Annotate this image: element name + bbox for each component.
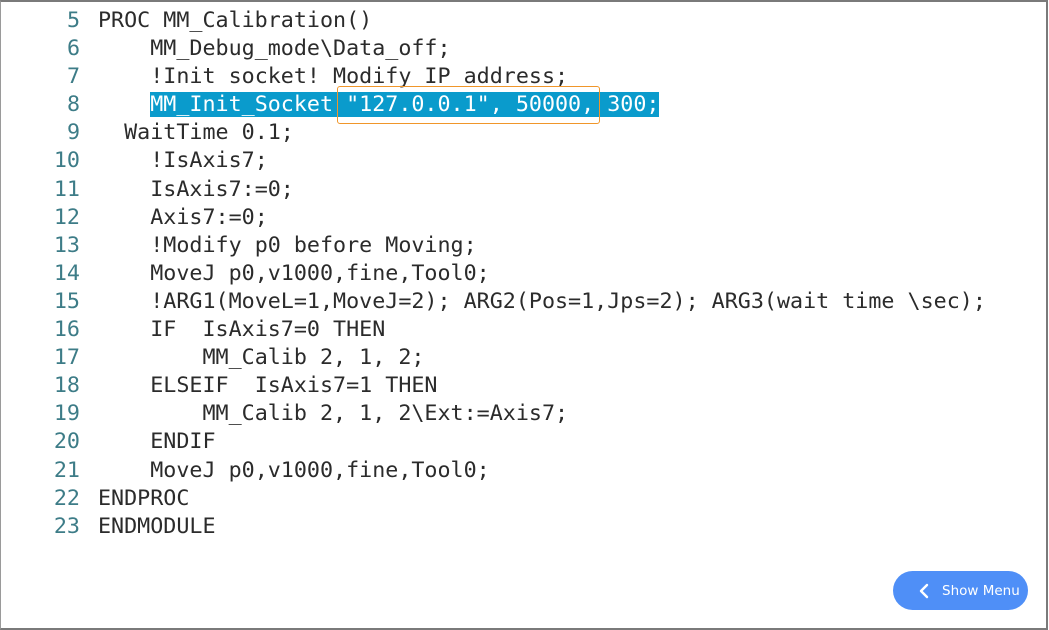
code-statement: ENDIF: [150, 429, 216, 455]
line-number: 21: [53, 457, 80, 483]
code-text: MoveJ p0,v1000,fine,Tool0;: [98, 260, 490, 288]
line-number: 23: [53, 513, 80, 539]
line-number: 20: [53, 429, 80, 455]
code-text: MoveJ p0,v1000,fine,Tool0;: [98, 457, 490, 485]
line-number: 7: [66, 64, 80, 90]
code-text: !ARG1(MoveL=1,MoveJ=2); ARG2(Pos=1,Jps=2…: [98, 288, 986, 316]
code-text: IsAxis7:=0;: [98, 176, 294, 204]
code-text: PROC MM_Calibration(): [98, 7, 372, 35]
code-text: MM_Calib 2, 1, 2\Ext:=Axis7;: [98, 400, 568, 428]
code-text: MM_Debug_mode\Data_off;: [98, 35, 451, 63]
line-number: 17: [53, 345, 80, 371]
code-text: ENDMODULE: [98, 513, 216, 541]
line-number: 15: [53, 288, 80, 314]
code-text: WaitTime 0.1;: [98, 119, 294, 147]
code-statement: MM_Debug_mode\Data_off;: [150, 36, 451, 62]
selected-code: MM_Init_Socket "127.0.0.1", 50000, 300;: [150, 92, 660, 118]
line-number: 11: [53, 176, 80, 202]
line-number: 22: [53, 485, 80, 511]
line-number: 10: [53, 148, 80, 174]
line-number: 19: [53, 401, 80, 427]
code-statement: !ARG1(MoveL=1,MoveJ=2); ARG2(Pos=1,Jps=2…: [150, 288, 986, 314]
line-number: 6: [66, 36, 80, 62]
line-number: 5: [66, 8, 80, 33]
line-number: 9: [66, 120, 80, 146]
code-statement: ENDPROC: [98, 485, 190, 511]
chevron-left-icon: [919, 583, 929, 598]
line-number: 13: [53, 232, 80, 258]
code-text: MM_Init_Socket "127.0.0.1", 50000, 300;: [98, 91, 660, 119]
code-text: !IsAxis7;: [98, 147, 268, 175]
code-text: ELSEIF IsAxis7=1 THEN: [98, 372, 438, 400]
code-statement: MM_Calib 2, 1, 2\Ext:=Axis7;: [202, 401, 569, 427]
code-statement: PROC MM_Calibration(): [98, 8, 373, 33]
code-statement: IF IsAxis7=0 THEN: [150, 317, 386, 343]
code-text: !Modify p0 before Moving;: [98, 232, 477, 260]
line-number: 14: [53, 260, 80, 286]
code-text: ENDPROC: [98, 485, 189, 513]
code-statement: ELSEIF IsAxis7=1 THEN: [150, 373, 438, 399]
code-statement: MoveJ p0,v1000,fine,Tool0;: [150, 260, 490, 286]
code-text: MM_Calib 2, 1, 2;: [98, 344, 424, 372]
code-statement: ENDMODULE: [98, 513, 216, 539]
code-statement: WaitTime 0.1;: [124, 120, 294, 146]
code-statement: IsAxis7:=0;: [150, 176, 294, 202]
line-number: 16: [53, 317, 80, 343]
code-text: !Init socket! Modify IP address;: [98, 63, 568, 91]
line-number: 12: [53, 204, 80, 230]
code-viewer: 5 PROC MM_Calibration() 6 MM_Debug_mode\Da…: [0, 0, 1048, 630]
code-statement: Axis7:=0;: [150, 204, 268, 230]
code-text: Axis7:=0;: [98, 204, 268, 232]
code-statement: MoveJ p0,v1000,fine,Tool0;: [150, 457, 490, 483]
code-statement: !Modify p0 before Moving;: [150, 232, 477, 258]
code-statement: MM_Calib 2, 1, 2;: [202, 345, 425, 371]
code-text: ENDIF: [98, 428, 216, 456]
code-statement: !Init socket! Modify IP address;: [150, 64, 569, 90]
line-number: 18: [53, 373, 80, 399]
show-menu-button[interactable]: Show Menu: [893, 571, 1028, 610]
code-text: IF IsAxis7=0 THEN: [98, 316, 385, 344]
line-number: 8: [66, 92, 80, 118]
code-statement: !IsAxis7;: [150, 148, 268, 174]
show-menu-label: Show Menu: [942, 582, 1020, 599]
